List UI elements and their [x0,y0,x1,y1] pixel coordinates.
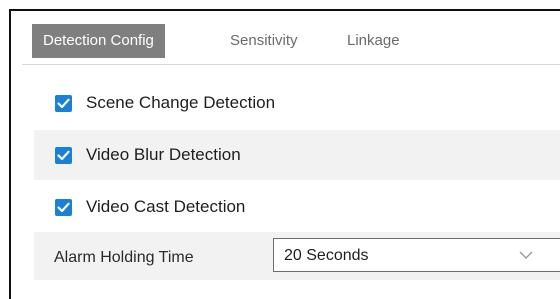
option-video-cast: Video Cast Detection [34,182,560,232]
check-icon [57,98,70,108]
video-cast-label: Video Cast Detection [86,197,246,216]
tab-detection-config[interactable]: Detection Config [32,24,165,58]
video-blur-checkbox[interactable] [55,146,72,164]
tab-bar: Detection Config Sensitivity Linkage [22,20,560,65]
option-scene-change: Scene Change Detection [34,78,560,128]
video-cast-checkbox[interactable] [55,198,72,216]
select-value: 20 Seconds [284,247,369,264]
check-icon [57,150,70,160]
alarm-holding-time-label: Alarm Holding Time [54,249,194,266]
alarm-holding-time-select[interactable]: 20 Seconds [273,238,560,272]
tab-linkage[interactable]: Linkage [347,24,400,58]
video-blur-label: Video Blur Detection [86,145,241,164]
chevron-down-icon [519,251,533,259]
scene-change-checkbox[interactable] [55,94,72,112]
check-icon [57,202,70,212]
scene-change-label: Scene Change Detection [86,93,276,112]
option-video-blur: Video Blur Detection [34,130,560,180]
tab-sensitivity[interactable]: Sensitivity [230,24,298,58]
